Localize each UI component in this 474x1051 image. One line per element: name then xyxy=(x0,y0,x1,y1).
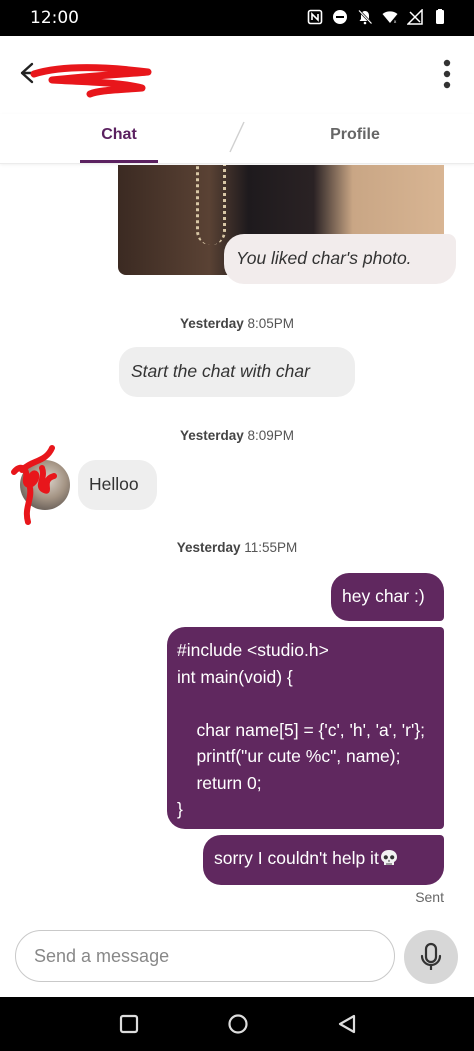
message-input[interactable] xyxy=(15,930,395,982)
timestamp-day: Yesterday xyxy=(179,316,244,331)
microphone-button[interactable] xyxy=(404,930,458,984)
back-nav-icon[interactable] xyxy=(332,1009,362,1039)
notifications-off-icon xyxy=(358,9,373,25)
timestamp-time: 8:05PM xyxy=(247,316,295,331)
timestamp-time: 8:09PM xyxy=(247,428,295,443)
timestamp-time: 11:55PM xyxy=(244,540,298,555)
message-composer xyxy=(0,925,474,997)
outgoing-message[interactable]: sorry I couldn't help it xyxy=(203,835,444,885)
recent-apps-icon[interactable] xyxy=(114,1009,144,1039)
timestamp-day: Yesterday xyxy=(179,428,244,443)
microphone-icon xyxy=(420,942,442,970)
message-text: sorry I couldn't help it xyxy=(214,848,379,868)
timestamp-day: Yesterday xyxy=(176,540,241,555)
signal-off-icon xyxy=(407,9,423,25)
timestamp: Yesterday 8:05PM xyxy=(0,316,474,331)
system-nav-bar xyxy=(0,997,474,1051)
wifi-icon: x xyxy=(382,11,398,25)
timestamp: Yesterday 8:09PM xyxy=(0,428,474,443)
incoming-message[interactable]: Helloo xyxy=(78,460,157,510)
code-line: return 0; xyxy=(177,772,262,793)
tab-active-indicator xyxy=(80,160,158,163)
tab-bar: Chat Profile xyxy=(0,114,474,164)
skull-emoji-icon xyxy=(380,850,397,865)
message-list[interactable]: You liked char's photo. Yesterday 8:05PM… xyxy=(0,165,474,925)
code-line: } xyxy=(177,799,183,819)
nfc-icon xyxy=(307,9,323,25)
photo-content xyxy=(196,165,226,245)
status-time: 12:00 xyxy=(30,8,79,28)
redaction-scribble xyxy=(11,445,57,525)
home-icon[interactable] xyxy=(223,1009,253,1039)
liked-photo-notice: You liked char's photo. xyxy=(224,234,456,284)
chat-header xyxy=(0,36,474,114)
sent-status: Sent xyxy=(415,889,444,905)
timestamp: Yesterday 11:55PM xyxy=(0,540,474,555)
status-icons: x xyxy=(307,9,448,25)
tab-chat[interactable]: Chat xyxy=(80,126,158,144)
code-line: char name[5] = {'c', 'h', 'a', 'r'}; xyxy=(177,719,426,740)
svg-text:x: x xyxy=(394,20,397,25)
battery-icon xyxy=(436,9,444,24)
outgoing-message[interactable]: hey char :) xyxy=(331,573,444,621)
outgoing-code-message[interactable]: #include <studio.h> int main(void) { cha… xyxy=(167,627,444,829)
tab-profile[interactable]: Profile xyxy=(310,126,400,144)
do-not-disturb-icon xyxy=(333,10,347,24)
redacted-contact-name xyxy=(30,64,152,98)
status-bar: 12:00 x xyxy=(0,0,474,36)
code-line: int main(void) { xyxy=(177,666,293,687)
tab-divider xyxy=(229,121,245,153)
code-line: printf("ur cute %c", name); xyxy=(177,746,401,766)
avatar[interactable] xyxy=(11,445,70,525)
more-vertical-icon[interactable] xyxy=(440,54,454,94)
code-line: #include <studio.h> xyxy=(177,640,329,660)
start-chat-prompt: Start the chat with char xyxy=(119,347,355,397)
